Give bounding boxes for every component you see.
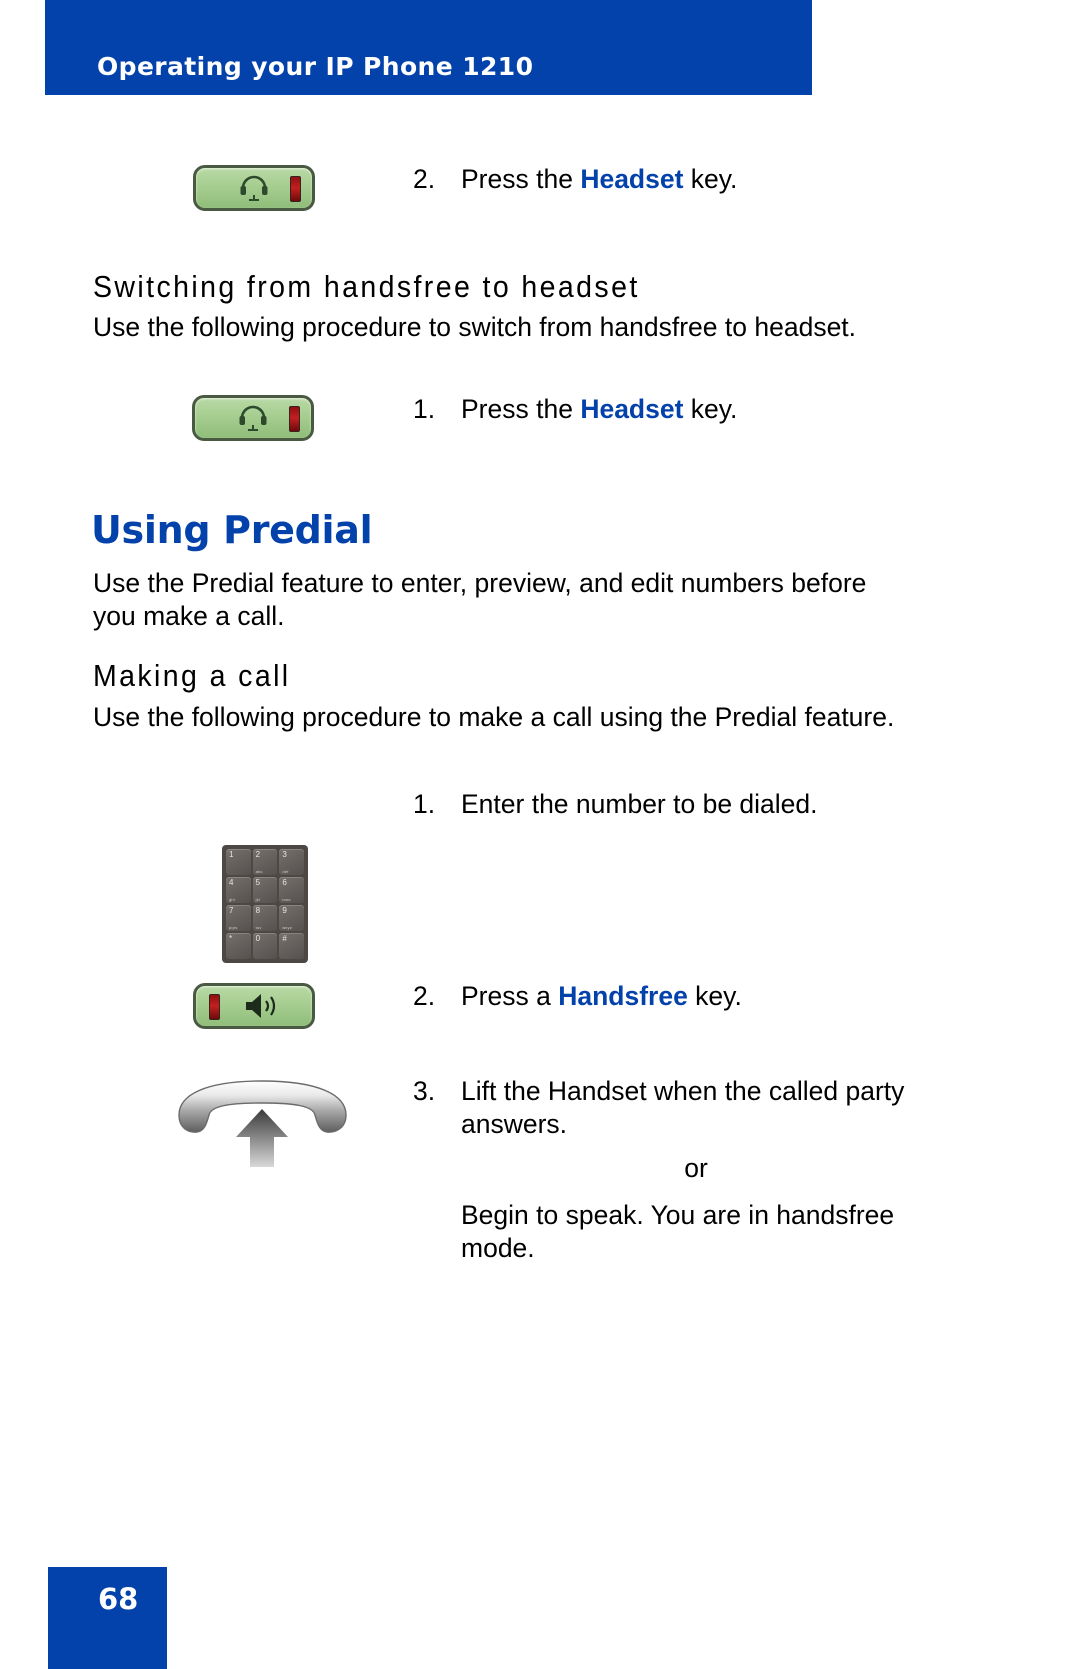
handset-receiver-glyph-icon [178, 1080, 347, 1167]
step-keyword-headset: Headset [580, 394, 684, 424]
keypad-key-2: 2 abc [252, 849, 278, 875]
keypad-key-digit: 4 [229, 878, 234, 887]
keypad-key-4: 4 ghi [226, 877, 251, 903]
heading-switching-from-handsfree-to-headset: Switching from handsfree to headset [93, 269, 640, 304]
page-footer-bar: 68 [48, 1567, 167, 1669]
keypad-key-letters: tuv [255, 925, 262, 930]
keypad-key-9: 9 wxyz [279, 905, 304, 931]
step-body: Lift the Handset when the called party a… [461, 1076, 905, 1140]
page-header-bar: Operating your IP Phone 1210 [45, 0, 812, 95]
step-number: 1. [413, 394, 436, 424]
step-keyword-handsfree: Handsfree [558, 981, 688, 1011]
keypad-key-5: 5 jkl [252, 877, 278, 903]
step-body: Press a Handsfree key. [461, 980, 931, 1013]
paragraph-making-a-call: Use the following procedure to make a ca… [93, 702, 895, 732]
headset-key-icon [192, 395, 314, 441]
speaker-glyph-icon [246, 994, 276, 1018]
handsfree-key-icon [193, 983, 315, 1029]
keypad-key-digit: 7 [229, 906, 234, 915]
step-number: 3. [413, 1076, 436, 1106]
headset-key-button [192, 395, 314, 441]
keypad-key-letters: pqrs [229, 925, 238, 930]
step-text-after: key. [683, 394, 738, 424]
step-body: Enter the number to be dialed. [461, 789, 818, 819]
lift-handset-icon [175, 1075, 350, 1175]
step-row-lift-handset: 3. Lift the Handset when the called part… [0, 1075, 1080, 1305]
paragraph-using-predial: Use the Predial feature to enter, previe… [93, 568, 867, 632]
keypad-key-digit: 9 [282, 906, 287, 915]
keypad-key-letters: jkl [255, 897, 261, 902]
keypad-key-1: 1 [226, 849, 251, 875]
step-text-after: key. [687, 981, 742, 1011]
keypad-key-digit: 2 [255, 850, 261, 859]
keypad-key-digit: * [229, 934, 233, 943]
keypad-key-letters: abc [255, 869, 263, 874]
step-text-before: Press a [461, 981, 559, 1011]
headset-key-button [193, 165, 315, 211]
headset-key-icon [193, 165, 315, 211]
keypad-key-6: 6 mno [279, 877, 304, 903]
paragraph-switching: Use the following procedure to switch fr… [93, 312, 857, 342]
step-row-press-handsfree: 2. Press a Handsfree key. [0, 975, 1080, 1045]
page-number: 68 [98, 1582, 139, 1616]
handsfree-key-button [193, 983, 315, 1029]
step-number: 2. [413, 981, 436, 1011]
step-body: Press the Headset key. [461, 163, 931, 196]
step-body: Press the Headset key. [461, 393, 931, 426]
page-content: 2. Press the Headset key. Switching from… [0, 95, 1080, 1669]
keypad-key-7: 7 pqrs [226, 905, 251, 931]
keypad-key-digit: 6 [282, 878, 287, 887]
step-text-begin-to-speak: Begin to speak. You are in handsfree mod… [461, 1200, 895, 1264]
keypad-key-letters: wxyz [282, 925, 293, 930]
keypad-key-8: 8 tuv [252, 905, 278, 931]
step-text-before: Press the [461, 164, 581, 194]
step-number: 1. [413, 789, 436, 819]
keypad-key-letters: ghi [229, 897, 235, 902]
keypad-key-digit: 0 [255, 934, 261, 943]
keypad-key-letters: mno [282, 897, 291, 902]
keypad-key-hash: # [279, 933, 304, 959]
step-number: 2. [413, 164, 436, 194]
keypad-key-3: 3 def [279, 849, 304, 875]
step-row-press-headset-2: 2. Press the Headset key. [0, 155, 1080, 225]
keypad-key-digit: 5 [255, 878, 261, 887]
step-keyword-headset: Headset [580, 164, 684, 194]
keypad-key-digit: 3 [282, 850, 287, 859]
keypad-key-star: * [226, 933, 251, 959]
keypad-key-0: 0 [252, 933, 278, 959]
page-header-title: Operating your IP Phone 1210 [97, 52, 534, 81]
alternative-or-label: or [684, 1153, 708, 1183]
dialpad-keypad-icon: 1 2 abc 3 def 4 ghi 5 jkl 6 mno 7 pqrs 8 tuv 9 wxyz * 0 # [222, 845, 308, 963]
keypad-key-digit: 8 [255, 906, 261, 915]
headset-glyph-icon [240, 175, 268, 201]
step-text-before: Press the [461, 394, 581, 424]
handsfree-key-led-indicator [209, 994, 220, 1020]
headset-key-led-indicator [290, 176, 301, 202]
heading-using-predial: Using Predial [91, 508, 373, 552]
step-row-press-headset-1: 1. Press the Headset key. [0, 385, 1080, 455]
headset-glyph-icon [239, 405, 267, 431]
headset-key-led-indicator [289, 406, 300, 432]
keypad-key-letters: def [282, 869, 289, 874]
keypad-key-digit: 1 [229, 850, 234, 859]
keypad-key-digit: # [282, 934, 287, 943]
heading-making-a-call: Making a call [93, 658, 291, 693]
step-row-enter-number: 1 2 abc 3 def 4 ghi 5 jkl 6 mno 7 pqrs 8 tuv 9 wxyz * 0 # 1… [0, 785, 1080, 963]
step-text-after: key. [683, 164, 738, 194]
